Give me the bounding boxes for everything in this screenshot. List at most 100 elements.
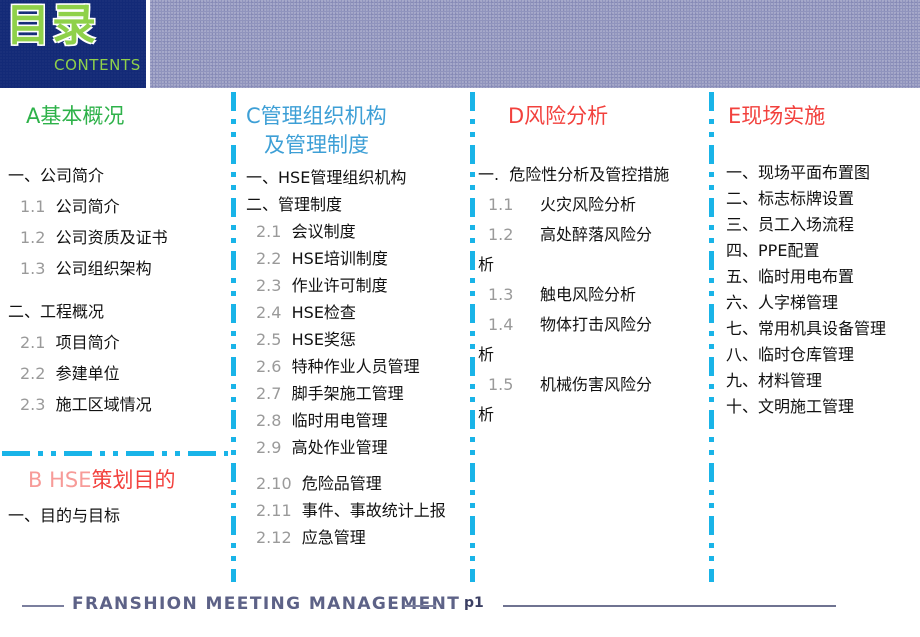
item-label: 高处作业管理 xyxy=(291,438,388,457)
list-item[interactable]: 2.9 高处作业管理 xyxy=(244,434,446,461)
list-item[interactable]: 六、人字梯管理 xyxy=(724,290,886,316)
list-item[interactable]: 2.6 特种作业人员管理 xyxy=(244,353,446,380)
list-item[interactable]: 1.1 公司简介 xyxy=(6,191,168,222)
contents-title-cn: 目录 xyxy=(6,0,98,51)
item-label: 火灾风险分析 xyxy=(540,195,637,214)
list-item[interactable]: 1.4 物体打击风险分 xyxy=(478,310,669,340)
column-d-heading: D风险分析 xyxy=(508,104,609,128)
list-item[interactable]: 七、常用机具设备管理 xyxy=(724,316,886,342)
item-label: 事件、事故统计上报 xyxy=(301,501,446,520)
column-d-list: 一. 危险性分析及管控措施 1.1 火灾风险分析 1.2 高处醉落风险分 析 1.3… xyxy=(478,160,669,430)
item-label: HSE奖惩 xyxy=(291,330,356,349)
list-item[interactable]: 四、PPE配置 xyxy=(724,238,886,264)
list-item[interactable]: 2.11 事件、事故统计上报 xyxy=(244,497,446,524)
item-label: 工程概况 xyxy=(40,302,105,321)
list-item[interactable]: 2.3 施工区域情况 xyxy=(6,389,168,420)
column-a-list: 一、公司简介 1.1 公司简介 1.2 公司资质及证书 1.3 公司组织架构 二… xyxy=(6,160,168,420)
contents-badge: 目录 CONTENTS xyxy=(0,0,146,88)
item-number: 2.1 xyxy=(256,222,282,241)
list-item[interactable]: 二、管理制度 xyxy=(244,191,446,218)
item-label: 现场平面布置图 xyxy=(758,163,871,182)
list-item[interactable]: 2.5 HSE奖惩 xyxy=(244,326,446,353)
item-label: 施工区域情况 xyxy=(55,395,152,414)
item-number: 二、 xyxy=(246,195,279,214)
column-e-list: 一、现场平面布置图 二、标志标牌设置 三、员工入场流程 四、PPE配置 五、临时… xyxy=(724,160,886,420)
item-label: 公司组织架构 xyxy=(55,259,152,278)
list-item[interactable]: 2.8 临时用电管理 xyxy=(244,407,446,434)
contents-title-en: CONTENTS xyxy=(54,56,141,74)
item-label: 公司简介 xyxy=(55,197,120,216)
list-item[interactable]: 2.4 HSE检查 xyxy=(244,299,446,326)
list-item-continuation: 析 xyxy=(478,255,495,274)
list-item[interactable]: 1.3 触电风险分析 xyxy=(478,280,669,310)
column-c-list: 一、HSE管理组织机构 二、管理制度 2.1 会议制度 2.2 HSE培训制度 … xyxy=(244,164,446,551)
list-item[interactable]: 一、目的与目标 xyxy=(6,500,120,531)
column-e: E现场实施 一、现场平面布置图 二、标志标牌设置 三、员工入场流程 四、PPE配… xyxy=(716,92,920,582)
item-number: 1.3 xyxy=(488,285,514,304)
list-item[interactable]: 2.2 HSE培训制度 xyxy=(244,245,446,272)
item-label: 临时仓库管理 xyxy=(758,345,855,364)
item-label: 高处醉落风险分 xyxy=(540,225,653,244)
item-label: 危险品管理 xyxy=(301,474,382,493)
list-item[interactable]: 一、现场平面布置图 xyxy=(724,160,886,186)
item-label: PPE配置 xyxy=(758,241,820,260)
item-label: 脚手架施工管理 xyxy=(291,384,404,403)
list-item[interactable]: 八、临时仓库管理 xyxy=(724,342,886,368)
item-number: 二、 xyxy=(8,302,41,321)
footer-rule-right xyxy=(503,605,836,607)
list-item[interactable]: 2.3 作业许可制度 xyxy=(244,272,446,299)
item-label: 触电风险分析 xyxy=(540,285,637,304)
list-item[interactable]: 2.7 脚手架施工管理 xyxy=(244,380,446,407)
list-item[interactable]: 十、文明施工管理 xyxy=(724,394,886,420)
list-item[interactable]: 1.2 公司资质及证书 xyxy=(6,222,168,253)
item-label: 临时用电管理 xyxy=(291,411,388,430)
column-a: A基本概况 一、公司简介 1.1 公司简介 1.2 公司资质及证书 1.3 公司… xyxy=(0,92,232,582)
list-item[interactable]: 2.1 项目简介 xyxy=(6,327,168,358)
list-item[interactable]: 2.10 危险品管理 xyxy=(244,470,446,497)
list-item[interactable]: 二、工程概况 xyxy=(6,296,168,327)
list-item[interactable]: 一. 危险性分析及管控措施 xyxy=(478,160,669,190)
footer-title: FRANSHION MEETING MANAGEMENT xyxy=(72,594,461,614)
list-item[interactable]: 1.5 机械伤害风险分 xyxy=(478,370,669,400)
item-label: 公司简介 xyxy=(40,166,105,185)
column-b-heading-prefix: B HSE xyxy=(28,468,92,492)
column-d: D风险分析 一. 危险性分析及管控措施 1.1 火灾风险分析 1.2 高处醉落风险分… xyxy=(476,92,710,582)
item-label: 危险性分析及管控措施 xyxy=(509,165,670,184)
column-b-heading-suffix: 策划目的 xyxy=(91,468,176,492)
list-item[interactable]: 1.3 公司组织架构 xyxy=(6,253,168,284)
item-label: 文明施工管理 xyxy=(758,397,855,416)
list-item[interactable]: 一、公司简介 xyxy=(6,160,168,191)
item-number: 八、 xyxy=(726,345,759,364)
column-b-heading: B HSE策划目的 xyxy=(28,464,175,494)
item-number: 1.4 xyxy=(488,315,514,334)
list-item[interactable]: 一、HSE管理组织机构 xyxy=(244,164,446,191)
item-label: 机械伤害风险分 xyxy=(540,375,653,394)
item-label: 公司资质及证书 xyxy=(55,228,168,247)
list-item[interactable]: 五、临时用电布置 xyxy=(724,264,886,290)
item-label: 材料管理 xyxy=(758,371,823,390)
item-number: 1.5 xyxy=(488,375,514,394)
item-number: 1.1 xyxy=(20,197,46,216)
list-item[interactable]: 九、材料管理 xyxy=(724,368,886,394)
list-item[interactable]: 2.1 会议制度 xyxy=(244,218,446,245)
list-item[interactable]: 2.12 应急管理 xyxy=(244,524,446,551)
item-label: 物体打击风险分 xyxy=(540,315,653,334)
item-number: 2.5 xyxy=(256,330,282,349)
list-item[interactable]: 1.1 火灾风险分析 xyxy=(478,190,669,220)
list-item[interactable]: 三、员工入场流程 xyxy=(724,212,886,238)
slide-footer: FRANSHION MEETING MANAGEMENT p1 xyxy=(0,592,920,637)
item-number: 一、 xyxy=(246,168,279,187)
list-item[interactable]: 2.2 参建单位 xyxy=(6,358,168,389)
column-a-heading: A基本概况 xyxy=(26,104,125,128)
list-item[interactable]: 1.2 高处醉落风险分 xyxy=(478,220,669,250)
item-label: 临时用电布置 xyxy=(758,267,855,286)
item-number: 五、 xyxy=(726,267,759,286)
item-number: 2.7 xyxy=(256,384,282,403)
list-item[interactable]: 二、标志标牌设置 xyxy=(724,186,886,212)
column-c-heading: C管理组织机构 及管理制度 xyxy=(246,102,387,160)
footer-rule-left xyxy=(22,605,64,607)
item-number: 2.11 xyxy=(256,501,292,520)
item-number: 一、 xyxy=(8,166,41,185)
